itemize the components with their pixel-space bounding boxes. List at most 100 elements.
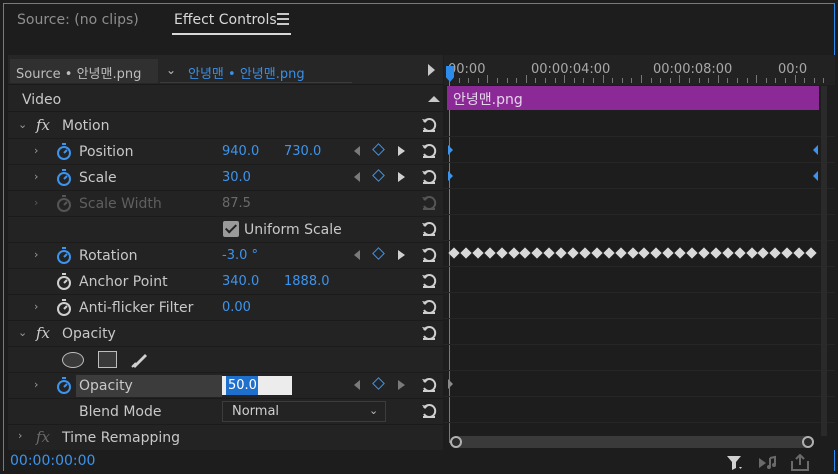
keyframe-marker[interactable]	[745, 247, 758, 259]
keyframe-marker[interactable]	[507, 247, 520, 259]
stopwatch-icon[interactable]	[56, 143, 72, 161]
zoom-handle-left[interactable]	[450, 436, 462, 448]
rotation-value[interactable]: -3.0 °	[222, 248, 258, 263]
keyframe-marker[interactable]	[531, 247, 543, 259]
motion-effect-row[interactable]: ⌄ fx Motion	[8, 113, 443, 139]
keyframe-marker[interactable]	[805, 247, 817, 259]
reset-icon[interactable]	[421, 117, 437, 133]
keyframe-marker[interactable]	[813, 171, 818, 181]
keyframe-marker[interactable]	[484, 247, 496, 259]
next-keyframe-icon[interactable]	[398, 172, 405, 182]
keyframe-marker[interactable]	[686, 247, 698, 259]
keyframe-marker[interactable]	[555, 247, 567, 259]
scale-value[interactable]: 30.0	[222, 170, 251, 185]
reset-icon[interactable]	[421, 403, 437, 419]
ellipse-mask-icon[interactable]	[62, 352, 84, 368]
reset-icon[interactable]	[421, 247, 437, 263]
keyframe-marker[interactable]	[793, 247, 805, 259]
master-clip-tab[interactable]: Source • 안녕맨.png	[10, 59, 158, 83]
reset-icon[interactable]	[421, 325, 437, 341]
sequence-clip-dropdown[interactable]: ⌄ 안녕맨 • 안녕맨.png	[160, 59, 352, 83]
position-x-value[interactable]: 940.0	[222, 144, 259, 159]
stopwatch-icon[interactable]	[56, 169, 72, 187]
playhead-handle[interactable]	[446, 66, 454, 82]
play-audio-icon[interactable]	[758, 455, 778, 471]
blend-mode-select[interactable]: Normal ⌄	[222, 401, 386, 422]
hamburger-menu-icon[interactable]	[277, 13, 289, 25]
keyframe-marker[interactable]	[813, 145, 818, 155]
pen-mask-icon[interactable]	[130, 349, 150, 369]
keyframe-marker[interactable]	[567, 247, 579, 259]
chevron-right-icon[interactable]: ›	[34, 170, 38, 183]
filter-icon[interactable]	[726, 455, 744, 471]
next-keyframe-icon[interactable]	[398, 250, 405, 260]
time-ruler[interactable]: 00:00 00:00:04:00 00:00:08:00 00:0	[444, 55, 835, 85]
keyframe-marker[interactable]	[495, 247, 508, 259]
next-keyframe-icon[interactable]	[398, 380, 405, 390]
keyframe-marker[interactable]	[448, 171, 453, 181]
reset-icon[interactable]	[421, 169, 437, 185]
anchor-point-x-value[interactable]: 340.0	[222, 274, 259, 289]
next-keyframe-icon[interactable]	[398, 146, 405, 156]
stopwatch-icon[interactable]	[56, 273, 72, 291]
keyframe-marker[interactable]	[579, 247, 591, 259]
chevron-down-icon[interactable]: ⌄	[18, 326, 27, 339]
vertical-scrollbar[interactable]	[821, 86, 827, 436]
anti-flicker-value[interactable]: 0.00	[222, 300, 251, 315]
chevron-right-icon[interactable]: ›	[34, 248, 38, 261]
opacity-value-input[interactable]: 50.0	[222, 376, 292, 395]
chevron-right-icon[interactable]: ›	[34, 378, 38, 391]
position-y-value[interactable]: 730.0	[284, 144, 321, 159]
stopwatch-icon[interactable]	[56, 247, 72, 265]
keyframe-marker[interactable]	[448, 247, 460, 259]
opacity-effect-row[interactable]: ⌄ fx Opacity	[8, 321, 443, 347]
uniform-scale-checkbox[interactable]	[223, 221, 239, 237]
keyframe-marker[interactable]	[733, 247, 746, 259]
chevron-right-icon[interactable]: ›	[34, 300, 38, 313]
keyframe-marker[interactable]	[674, 247, 686, 259]
anchor-point-y-value[interactable]: 1888.0	[284, 274, 330, 289]
keyframe-marker[interactable]	[722, 247, 734, 259]
keyframe-marker[interactable]	[603, 247, 615, 259]
keyframe-marker[interactable]	[591, 247, 603, 259]
keyframe-marker[interactable]	[626, 247, 639, 259]
add-keyframe-icon[interactable]	[372, 247, 385, 260]
show-timeline-toggle-icon[interactable]	[428, 64, 435, 76]
fx-icon[interactable]: fx	[36, 324, 50, 342]
keyframe-marker[interactable]	[472, 247, 484, 259]
time-remapping-row[interactable]: › fx Time Remapping	[8, 425, 443, 451]
add-keyframe-icon[interactable]	[372, 143, 385, 156]
zoom-handle-right[interactable]	[802, 436, 814, 448]
chevron-right-icon[interactable]: ›	[34, 144, 38, 157]
keyframe-marker[interactable]	[448, 379, 453, 389]
keyframe-marker[interactable]	[769, 247, 781, 259]
clip-bar[interactable]: 안녕맨.png	[447, 86, 819, 110]
keyframe-marker[interactable]	[448, 145, 453, 155]
keyframe-marker[interactable]	[662, 247, 674, 259]
chevron-right-icon[interactable]: ›	[18, 429, 22, 442]
current-timecode[interactable]: 00:00:00:00	[10, 453, 95, 469]
previous-keyframe-icon[interactable]	[354, 380, 360, 390]
rectangle-mask-icon[interactable]	[98, 351, 117, 368]
reset-icon[interactable]	[421, 143, 437, 159]
timeline-zoom-scrollbar[interactable]	[450, 436, 814, 448]
keyframe-marker[interactable]	[781, 247, 793, 259]
fx-icon[interactable]: fx	[36, 116, 50, 134]
keyframe-marker[interactable]	[543, 247, 555, 259]
previous-keyframe-icon[interactable]	[354, 146, 360, 156]
keyframe-marker[interactable]	[698, 247, 710, 259]
add-keyframe-icon[interactable]	[372, 377, 385, 390]
previous-keyframe-icon[interactable]	[354, 250, 360, 260]
add-keyframe-icon[interactable]	[372, 169, 385, 182]
keyframe-marker[interactable]	[460, 247, 472, 259]
tab-effect-controls[interactable]: Effect Controls	[174, 12, 277, 28]
keyframe-marker[interactable]	[638, 247, 651, 259]
scroll-up-icon[interactable]	[428, 96, 440, 102]
reset-icon[interactable]	[421, 299, 437, 315]
keyframe-marker[interactable]	[614, 247, 627, 259]
reset-icon[interactable]	[421, 273, 437, 289]
keyframe-marker[interactable]	[757, 247, 770, 259]
keyframe-marker[interactable]	[710, 247, 722, 259]
keyframe-marker[interactable]	[519, 247, 532, 259]
keyframe-marker[interactable]	[650, 247, 662, 259]
